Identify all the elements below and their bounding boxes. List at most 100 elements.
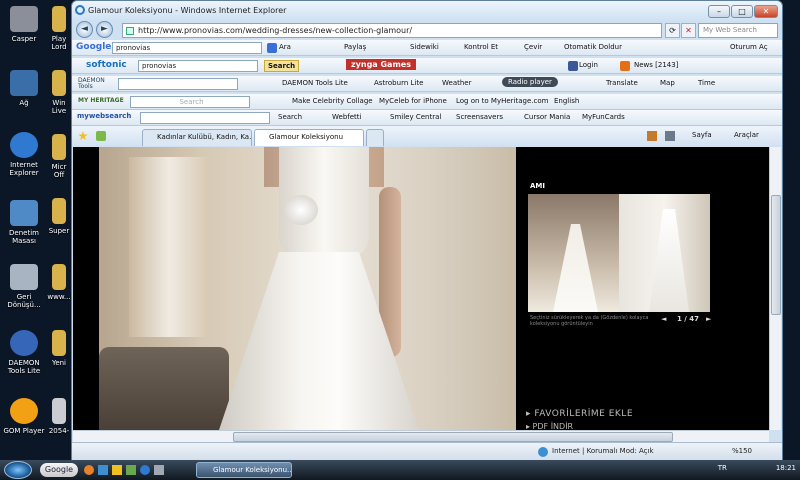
desktop-icon-2[interactable]: Yeni — [46, 330, 72, 367]
horizontal-scrollbar[interactable] — [73, 430, 769, 442]
dress-rosette — [284, 195, 318, 225]
desktop-icon-recycle-bin[interactable]: Geri Dönüşü... — [0, 264, 48, 309]
stop-button[interactable]: ✕ — [681, 23, 696, 38]
google-button-translate[interactable]: Çevir — [524, 43, 542, 51]
myfuncards-button[interactable]: MyFunCards — [582, 113, 625, 121]
title-bar[interactable]: Glamour Koleksiyonu - Windows Internet E… — [72, 1, 782, 20]
desktop-icon-2[interactable]: 2054- — [46, 398, 72, 435]
taskbar-button-glamour[interactable]: Glamour Koleksiyonu... — [196, 462, 292, 478]
zoom-level[interactable]: %150 — [732, 447, 752, 455]
new-tab-button[interactable] — [366, 129, 384, 146]
desktop-icon-ie[interactable]: Internet Explorer — [0, 132, 48, 177]
quicklaunch-icon[interactable] — [140, 465, 150, 475]
mywebsearch-input[interactable] — [140, 112, 270, 124]
astroburn-button[interactable]: Astroburn Lite — [374, 79, 423, 87]
google-logo: Google — [76, 42, 112, 52]
tab-glamour[interactable]: Glamour Koleksiyonu — [254, 129, 364, 146]
myheritage-search-input[interactable]: Search — [130, 96, 250, 108]
desktop-icon-control-panel[interactable]: Denetim Masası — [0, 200, 48, 245]
language-select[interactable]: English — [554, 97, 579, 105]
myceleb-button[interactable]: MyCeleb for iPhone — [379, 97, 447, 105]
home-icon[interactable] — [647, 131, 657, 141]
thumbnail-seated[interactable] — [528, 194, 619, 312]
desktop-icon-2[interactable]: www... — [46, 264, 72, 301]
google-button-sidewiki[interactable]: Sidewiki — [410, 43, 439, 51]
print-icon[interactable] — [665, 131, 675, 141]
smiley-central-button[interactable]: Smiley Central — [390, 113, 441, 121]
folder-icon — [52, 198, 66, 224]
login-button[interactable]: Login — [579, 61, 598, 69]
scroll-thumb[interactable] — [771, 195, 781, 315]
facebook-icon[interactable] — [568, 61, 578, 71]
clock[interactable]: 18:21 — [776, 464, 796, 472]
daemon-tools-lite-button[interactable]: DAEMON Tools Lite — [282, 79, 348, 87]
tab-kadinlar-kulubu[interactable]: Kadınlar Kulübü, Kadın, Ka... — [142, 129, 252, 146]
daemon-search-input[interactable] — [118, 78, 238, 90]
desktop-icon-casper[interactable]: Casper — [0, 6, 48, 43]
google-button-check[interactable]: Kontrol Et — [464, 43, 498, 51]
language-indicator[interactable]: TR — [718, 464, 727, 472]
address-input[interactable]: http://www.pronovias.com/wedding-dresses… — [122, 23, 662, 38]
maximize-button[interactable]: □ — [731, 5, 753, 18]
quicklaunch-icon[interactable] — [112, 465, 122, 475]
weather-button[interactable]: Weather — [442, 79, 471, 87]
google-button-autofill[interactable]: Otomatik Doldur — [564, 43, 622, 51]
rss-icon[interactable] — [620, 61, 630, 71]
desktop-icon-2[interactable]: Super — [46, 198, 72, 235]
scroll-thumb[interactable] — [233, 432, 673, 442]
desktop-icon-gom[interactable]: GOM Player — [0, 398, 48, 435]
search-icon — [267, 43, 277, 53]
zynga-games-button[interactable]: zynga Games — [346, 59, 416, 70]
quicklaunch-icon[interactable] — [154, 465, 164, 475]
tools-menu[interactable]: Araçlar — [734, 131, 759, 139]
desktop-icon-2[interactable]: Win Live — [46, 70, 72, 115]
google-button-signin[interactable]: Oturum Aç — [730, 43, 768, 51]
softonic-search-button[interactable]: Search — [264, 60, 300, 72]
folder-icon — [52, 70, 66, 96]
desktop-icon-label: Super — [48, 227, 70, 235]
close-button[interactable]: ✕ — [754, 5, 778, 18]
add-to-favorites-link[interactable]: ▸ FAVORİLERİME EKLE — [526, 409, 633, 419]
browser-window: Glamour Koleksiyonu - Windows Internet E… — [71, 0, 783, 460]
desktop-icon-label: Geri Dönüşü... — [7, 293, 41, 309]
time-button[interactable]: Time — [698, 79, 715, 87]
cursor-mania-button[interactable]: Cursor Mania — [524, 113, 570, 121]
desktop-icon-2[interactable]: Play Lord — [46, 6, 72, 51]
news-button[interactable]: News [2143] — [634, 61, 678, 69]
thumbnail-standing[interactable] — [619, 194, 710, 312]
map-button[interactable]: Map — [660, 79, 675, 87]
google-button-share[interactable]: Paylaş — [344, 43, 366, 51]
next-button[interactable]: ► — [706, 315, 711, 323]
refresh-button[interactable]: ⟳ — [665, 23, 680, 38]
quicklaunch-icon[interactable] — [126, 465, 136, 475]
mywebsearch-search-button[interactable]: Search — [278, 113, 302, 121]
myheritage-logon-button[interactable]: Log on to MyHeritage.com — [456, 97, 548, 105]
google-button-ara[interactable]: Ara — [279, 43, 291, 51]
page-menu[interactable]: Sayfa — [692, 131, 712, 139]
favorites-star-icon[interactable] — [78, 131, 88, 141]
start-button[interactable] — [4, 461, 32, 479]
celebrity-collage-button[interactable]: Make Celebrity Collage — [292, 97, 373, 105]
google-deskbar[interactable]: Google — [40, 463, 78, 477]
radio-player-button[interactable]: Radio player — [502, 77, 558, 87]
thumbnail-strip[interactable] — [528, 194, 710, 312]
web-search-input[interactable]: My Web Search — [698, 23, 778, 38]
softonic-search-input[interactable]: pronovias — [138, 60, 258, 72]
vertical-scrollbar[interactable] — [769, 147, 781, 430]
forward-button[interactable]: ► — [96, 21, 113, 38]
screensavers-button[interactable]: Screensavers — [456, 113, 503, 121]
desktop-icon-network[interactable]: Ağ — [0, 70, 48, 107]
desktop-icon-daemon[interactable]: DAEMON Tools Lite — [0, 330, 48, 375]
desktop-icon-2[interactable]: Micr Off — [46, 134, 72, 179]
webfetti-button[interactable]: Webfetti — [332, 113, 361, 121]
security-zone[interactable]: Internet | Korumalı Mod: Açık — [552, 447, 654, 455]
google-search-input[interactable]: pronovias — [112, 42, 262, 54]
back-button[interactable]: ◄ — [76, 21, 93, 38]
translate-button[interactable]: Translate — [606, 79, 638, 87]
add-favorites-icon[interactable] — [96, 131, 106, 141]
download-pdf-link[interactable]: ▸ PDF İNDİR — [526, 422, 573, 430]
quicklaunch-icon[interactable] — [84, 465, 94, 475]
quicklaunch-icon[interactable] — [98, 465, 108, 475]
minimize-button[interactable]: – — [708, 5, 730, 18]
dress-main-photo[interactable] — [99, 147, 516, 430]
